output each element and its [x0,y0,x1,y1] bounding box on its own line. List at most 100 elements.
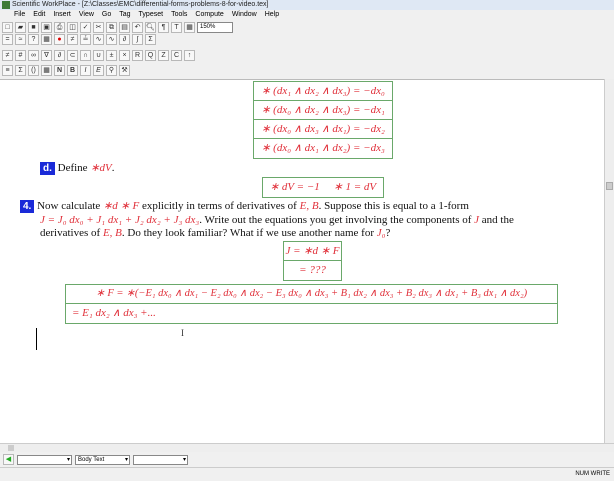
partial-icon[interactable]: ∂ [54,50,65,61]
menu-window[interactable]: Window [232,10,257,20]
table-row: = ??? [299,264,326,276]
table-row: ∗ F = ∗(−E₁ dx₀ ∧ dx₁ − E₂ dx₀ ∧ dx₂ − E… [66,285,557,304]
table-row: ∗ (dx₁ ∧ dx₂ ∧ dx₃) = −dx₀ [254,82,392,101]
window-title: Scientific WorkPlace - [Z:\Classes\EMC\d… [12,1,269,8]
plot2d-icon[interactable]: ∿ [93,34,104,45]
f-table: ∗ F = ∗(−E₁ dx₀ ∧ dx₁ − E₂ dx₀ ∧ dx₂ − E… [65,284,558,324]
problem-4: 4. Now calculate ∗d ∗ F explicitly in te… [20,200,469,213]
text-tag-value: Body Text [78,456,105,463]
cap-icon[interactable]: ∩ [80,50,91,61]
format-toolbar: ≡ Σ() ▦ N B I E ⚲ ⚒ [2,63,130,78]
arrow-icon[interactable]: ↑ [184,50,195,61]
times-icon[interactable]: × [119,50,130,61]
problem-4-line2: J = J₀ dx₀ + J₁ dx₁ + J₂ dx₂ + J₃ dx₃. W… [40,214,514,227]
brackets-icon[interactable]: () [28,65,39,76]
integrate-icon[interactable]: ∫ [132,34,143,45]
evaluate-numeric-icon[interactable]: ≈ [15,34,26,45]
section-icon[interactable]: ≡ [2,65,13,76]
plot3d-icon[interactable]: ∿ [106,34,117,45]
section-tag-select[interactable] [17,454,72,465]
text-icon[interactable]: T [171,22,182,33]
menu-bar: File Edit Insert View Go Tag Typeset Too… [0,10,614,20]
item-d: d. Define ∗dV. [40,162,115,175]
hash-icon[interactable]: # [15,50,26,61]
integers-icon[interactable]: Z [158,50,169,61]
p4-math: ∗d ∗ F [103,200,140,212]
emphasis-icon[interactable]: E [93,65,104,76]
status-bar: NUM WRITE [0,467,614,480]
p4-text: explicitly in terms of derivatives of [139,200,300,212]
menu-insert[interactable]: Insert [53,10,71,20]
complex-icon[interactable]: C [171,50,182,61]
item-tag-d: d. [40,162,55,175]
menu-file[interactable]: File [14,10,25,20]
paragraph-icon[interactable]: ¶ [158,22,169,33]
p4-text: derivatives of [40,227,103,239]
p4-text: . Suppose this is equal to a 1-form [318,200,469,212]
neq-icon[interactable]: ≠ [2,50,13,61]
cup-icon[interactable]: ∪ [93,50,104,61]
table-row: ∗ (dx₀ ∧ dx₁ ∧ dx₂) = −dx₃ [261,142,385,154]
item-tag-select[interactable] [133,454,188,465]
expand-icon[interactable]: ≠ [67,34,78,45]
menu-go[interactable]: Go [102,10,111,20]
menu-view[interactable]: View [79,10,94,20]
p4-text: . Do they look familiar? What if we use … [121,227,377,239]
rationals-icon[interactable]: Q [145,50,156,61]
factor-icon[interactable]: ≟ [80,34,91,45]
mouse-ibeam-icon: I [181,328,184,338]
compute-toolbar: = ≈? ▦ ● ≠ ≟ ∿ ∿ ∂ ∫ Σ [2,32,156,47]
status-write: WRITE [590,471,610,477]
hscroll-thumb[interactable] [8,445,14,451]
bold-icon[interactable]: B [67,65,78,76]
p4-text: . Write out the equations you get involv… [199,214,475,226]
infinity-icon[interactable]: ∞ [28,50,39,61]
matrix-insert-icon[interactable]: ▦ [41,65,52,76]
tag-toolbar: ◀ Body Text [0,452,614,467]
menu-compute[interactable]: Compute [195,10,223,20]
italic-icon[interactable]: I [80,65,91,76]
zoom-select[interactable]: 150% [197,22,233,33]
menu-tag[interactable]: Tag [119,10,130,20]
menu-edit[interactable]: Edit [33,10,45,20]
sum-icon[interactable]: Σ [145,34,156,45]
problem-4-line3: derivatives of E, B. Do they look famili… [40,227,390,240]
text-tag-select[interactable]: Body Text [75,454,130,465]
subset-icon[interactable]: ⊂ [67,50,78,61]
back-icon[interactable]: ◀ [3,454,14,465]
table-icon[interactable]: ▦ [184,22,195,33]
tools-icon[interactable]: ⚒ [119,65,130,76]
menu-tools[interactable]: Tools [171,10,187,20]
table-row: = E₁ dx₂ ∧ dx₃ +... [72,307,156,319]
item-d-math: ∗dV [90,162,112,174]
hodge-star-table: ∗ (dx₁ ∧ dx₂ ∧ dx₃) = −dx₀ ∗ (dx₀ ∧ dx₂ … [253,81,393,159]
vertical-scrollbar[interactable] [604,79,614,443]
p4-math: E, B [102,227,122,239]
scroll-thumb[interactable] [606,182,613,190]
matrix-icon[interactable]: ▦ [41,34,52,45]
table-row: J = ∗d ∗ F [284,242,341,261]
document-area[interactable]: ∗ (dx₁ ∧ dx₂ ∧ dx₃) = −dx₀ ∗ (dx₀ ∧ dx₂ … [0,79,604,443]
dv-box: ∗ dV = −1 ∗ 1 = dV [262,177,384,198]
normal-text-icon[interactable]: N [54,65,65,76]
p4-math: E, B [299,200,319,212]
sigma-icon[interactable]: Σ [15,65,26,76]
menu-help[interactable]: Help [265,10,279,20]
status-num: NUM [575,471,589,477]
p4-math: J = J₀ dx₀ + J₁ dx₁ + J₂ dx₂ + J₃ dx₃ [40,214,200,226]
simplify-icon[interactable]: ? [28,34,39,45]
dv-equation: ∗ dV = −1 ∗ 1 = dV [269,181,377,193]
horizontal-scrollbar[interactable] [0,443,614,452]
nabla-icon[interactable]: ∇ [41,50,52,61]
solve-icon[interactable]: ∂ [119,34,130,45]
table-row: ∗ (dx₀ ∧ dx₃ ∧ dx₁) = −dx₂ [254,120,392,139]
binoculars-icon[interactable]: ⚲ [106,65,117,76]
stop-icon[interactable]: ● [54,34,65,45]
menu-typeset[interactable]: Typeset [139,10,164,20]
symbol-toolbar: ≠ # ∞ ∇ ∂ ⊂ ∩ ∪ ± × R Q Z C ↑ [2,48,195,63]
item-d-text: Define [57,162,91,174]
evaluate-icon[interactable]: = [2,34,13,45]
pm-icon[interactable]: ± [106,50,117,61]
reals-icon[interactable]: R [132,50,143,61]
table-row: ∗ (dx₀ ∧ dx₂ ∧ dx₃) = −dx₁ [254,101,392,120]
